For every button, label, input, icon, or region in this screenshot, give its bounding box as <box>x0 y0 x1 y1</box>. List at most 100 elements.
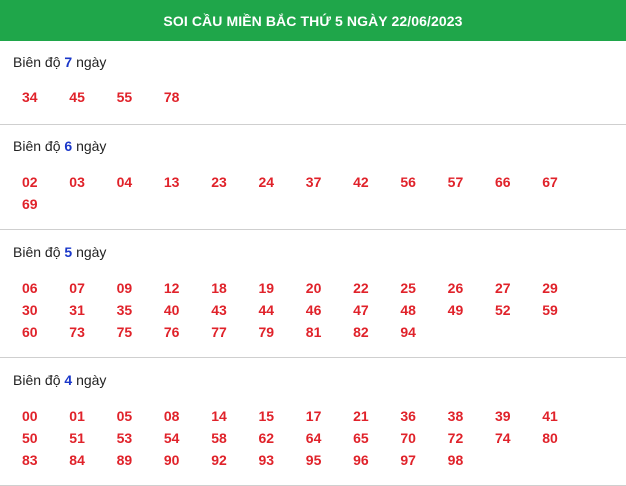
section-bien-do-4: Biên độ 4 ngày 00 01 05 08 14 15 17 21 36 38 39 41 5… <box>0 358 626 486</box>
lottery-number: 49 <box>447 302 464 318</box>
section-bien-do-7: Biên độ 7 ngày 34 45 55 78 <box>0 41 626 125</box>
title-number: 7 <box>64 54 73 70</box>
lottery-number: 52 <box>494 302 511 318</box>
lottery-number: 70 <box>400 430 416 446</box>
lottery-number: 00 <box>22 408 38 424</box>
lottery-number: 73 <box>69 324 85 340</box>
lottery-number: 25 <box>400 280 416 296</box>
lottery-number: 34 <box>22 89 38 105</box>
title-number: 4 <box>64 372 73 388</box>
lottery-number: 20 <box>305 280 322 296</box>
lottery-number: 24 <box>258 174 275 190</box>
lottery-number: 58 <box>211 430 227 446</box>
lottery-number: 21 <box>353 408 369 424</box>
lottery-number: 93 <box>258 452 275 468</box>
lottery-number: 77 <box>211 324 227 340</box>
lottery-number: 67 <box>542 174 558 190</box>
lottery-number: 74 <box>494 430 511 446</box>
lottery-number: 38 <box>447 408 464 424</box>
number-grid: 02 03 04 13 23 24 37 42 56 57 66 67 69 <box>0 174 626 212</box>
lottery-number: 47 <box>353 302 369 318</box>
lottery-number: 35 <box>116 302 133 318</box>
lottery-number: 57 <box>447 174 464 190</box>
lottery-number: 75 <box>116 324 133 340</box>
lottery-number: 51 <box>69 430 85 446</box>
lottery-number: 27 <box>494 280 511 296</box>
section-bien-do-5: Biên độ 5 ngày 06 07 09 12 18 19 20 22 25 26 27 29 3… <box>0 230 626 358</box>
lottery-number: 65 <box>353 430 369 446</box>
title-prefix: Biên độ <box>13 138 61 154</box>
lottery-number: 72 <box>447 430 464 446</box>
lottery-number: 41 <box>542 408 558 424</box>
lottery-number: 36 <box>400 408 416 424</box>
lottery-number: 83 <box>22 452 38 468</box>
lottery-number: 66 <box>494 174 511 190</box>
lottery-number: 80 <box>542 430 558 446</box>
number-grid: 00 01 05 08 14 15 17 21 36 38 39 41 50 51 53 54 58 62 64 65… <box>0 408 626 468</box>
lottery-number: 26 <box>447 280 464 296</box>
lottery-number: 55 <box>116 89 133 105</box>
lottery-number: 89 <box>116 452 133 468</box>
lottery-number: 17 <box>305 408 322 424</box>
lottery-number: 84 <box>69 452 85 468</box>
lottery-number: 56 <box>400 174 416 190</box>
lottery-number: 14 <box>211 408 227 424</box>
lottery-number: 37 <box>305 174 322 190</box>
lottery-number: 29 <box>542 280 558 296</box>
section-title: Biên độ 6 ngày <box>0 138 626 154</box>
title-suffix: ngày <box>76 372 107 388</box>
lottery-number: 54 <box>163 430 180 446</box>
section-title: Biên độ 4 ngày <box>0 372 626 388</box>
title-prefix: Biên độ <box>13 244 61 260</box>
lottery-number: 05 <box>116 408 133 424</box>
lottery-number: 40 <box>163 302 180 318</box>
lottery-number: 30 <box>22 302 38 318</box>
lottery-number: 98 <box>447 452 464 468</box>
lottery-number: 53 <box>116 430 133 446</box>
number-grid: 34 45 55 78 <box>0 89 626 105</box>
lottery-number: 64 <box>305 430 322 446</box>
lottery-number: 01 <box>69 408 85 424</box>
title-prefix: Biên độ <box>13 54 61 70</box>
lottery-number: 23 <box>211 174 227 190</box>
lottery-number: 60 <box>22 324 38 340</box>
lottery-number: 79 <box>258 324 275 340</box>
lottery-number: 42 <box>353 174 369 190</box>
title-suffix: ngày <box>76 244 107 260</box>
section-bien-do-6: Biên độ 6 ngày 02 03 04 13 23 24 37 42 56 57 66 67 6… <box>0 125 626 230</box>
page-title: SOI CẦU MIỀN BẮC THỨ 5 NGÀY 22/06/2023 <box>163 12 463 29</box>
lottery-number: 31 <box>69 302 85 318</box>
lottery-number: 78 <box>163 89 180 105</box>
lottery-number: 44 <box>258 302 275 318</box>
section-title: Biên độ 7 ngày <box>0 54 626 70</box>
lottery-number: 04 <box>116 174 133 190</box>
lottery-number: 81 <box>305 324 322 340</box>
lottery-number: 45 <box>69 89 85 105</box>
title-number: 6 <box>64 138 73 154</box>
lottery-number: 48 <box>400 302 416 318</box>
lottery-number: 02 <box>22 174 38 190</box>
lottery-number: 07 <box>69 280 85 296</box>
lottery-number: 08 <box>163 408 180 424</box>
lottery-number: 15 <box>258 408 275 424</box>
lottery-number: 46 <box>305 302 322 318</box>
lottery-number: 95 <box>305 452 322 468</box>
lottery-number: 97 <box>400 452 416 468</box>
section-title: Biên độ 5 ngày <box>0 244 626 260</box>
lottery-number: 43 <box>211 302 227 318</box>
lottery-number: 03 <box>69 174 85 190</box>
lottery-number: 19 <box>258 280 275 296</box>
title-prefix: Biên độ <box>13 372 61 388</box>
lottery-number: 94 <box>400 324 416 340</box>
number-grid: 06 07 09 12 18 19 20 22 25 26 27 29 30 31 35 40 43 44 46 47… <box>0 280 626 340</box>
lottery-number: 92 <box>211 452 227 468</box>
lottery-number: 06 <box>22 280 38 296</box>
lottery-number: 13 <box>163 174 180 190</box>
lottery-number: 76 <box>163 324 180 340</box>
title-suffix: ngày <box>76 54 107 70</box>
lottery-number: 50 <box>22 430 38 446</box>
lottery-number: 69 <box>22 196 38 212</box>
lottery-number: 62 <box>258 430 275 446</box>
lottery-number: 18 <box>211 280 227 296</box>
lottery-number: 22 <box>353 280 369 296</box>
